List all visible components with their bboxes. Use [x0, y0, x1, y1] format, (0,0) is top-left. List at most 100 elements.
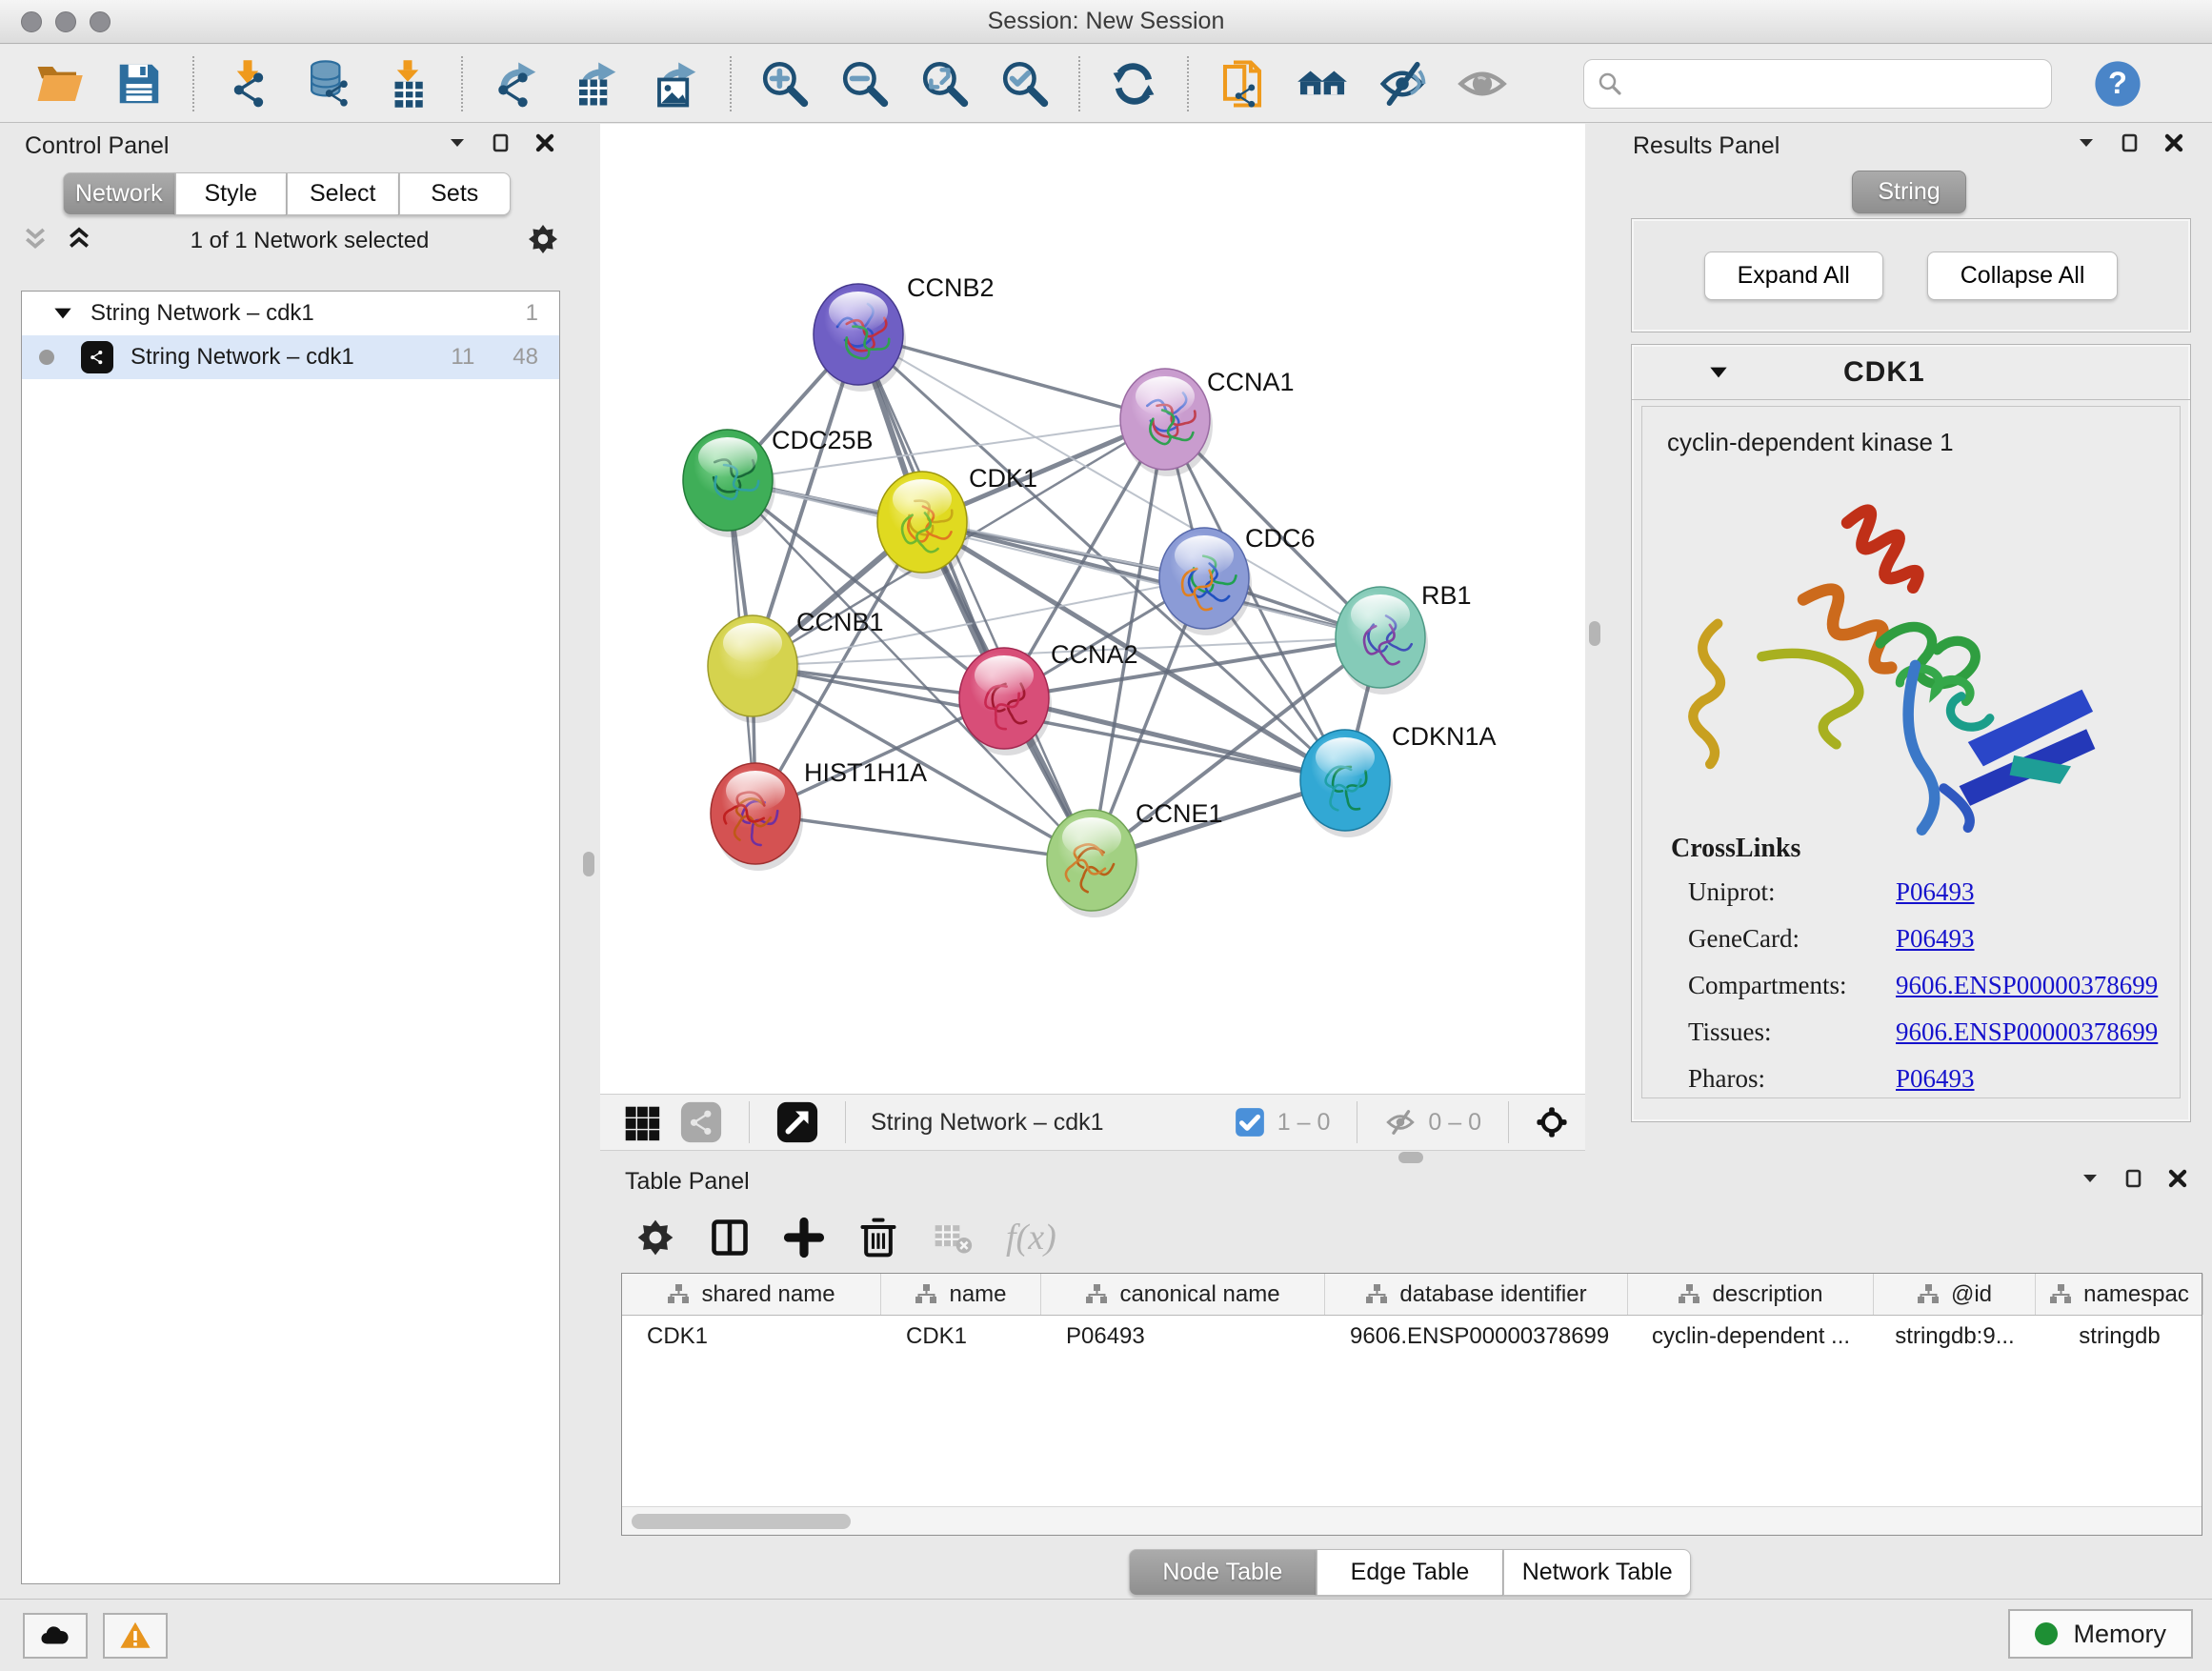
search-box[interactable]: [1583, 59, 2052, 109]
network-row[interactable]: String Network – cdk1 11 48: [22, 335, 559, 379]
tab-network-table[interactable]: Network Table: [1503, 1549, 1691, 1596]
column-header-name[interactable]: name: [881, 1274, 1041, 1315]
network-options-gear-icon[interactable]: [526, 222, 560, 261]
table-horizontal-scrollbar[interactable]: [622, 1506, 2202, 1535]
export-table-button[interactable]: [567, 54, 626, 113]
export-image-button[interactable]: [647, 54, 706, 113]
add-column-icon[interactable]: [783, 1217, 825, 1258]
scrollbar-thumb[interactable]: [632, 1514, 851, 1529]
gene-entry-header[interactable]: CDK1: [1632, 345, 2190, 400]
table-cell[interactable]: stringdb: [2036, 1316, 2203, 1358]
import-table-button[interactable]: [378, 54, 437, 113]
column-header-database-identifier[interactable]: database identifier: [1325, 1274, 1628, 1315]
column-header-namespac[interactable]: namespac: [2036, 1274, 2203, 1315]
share-network-icon[interactable]: [679, 1100, 723, 1144]
network-node-CCNE1[interactable]: [1047, 810, 1139, 917]
open-session-button[interactable]: [30, 54, 89, 113]
node-table[interactable]: shared namenamecanonical namedatabase id…: [621, 1273, 2202, 1536]
left-splitter-handle[interactable]: [583, 852, 594, 876]
selected-checkbox-icon[interactable]: [1234, 1106, 1266, 1138]
expand-all-networks-icon[interactable]: [65, 225, 93, 258]
zoom-in-button[interactable]: [755, 54, 814, 113]
table-cell[interactable]: CDK1: [622, 1316, 881, 1358]
table-cell[interactable]: 9606.ENSP00000378699: [1325, 1316, 1628, 1358]
zoom-selected-button[interactable]: [995, 54, 1055, 113]
network-node-CDKN1A[interactable]: [1300, 730, 1393, 837]
panel-collapse-icon[interactable]: [446, 131, 469, 161]
crosslink-value-link[interactable]: P06493: [1896, 1064, 1975, 1094]
panel-float-icon[interactable]: [2119, 131, 2142, 161]
tab-select[interactable]: Select: [287, 172, 399, 215]
column-header-description[interactable]: description: [1628, 1274, 1874, 1315]
search-input[interactable]: [1632, 70, 2040, 97]
panel-collapse-icon[interactable]: [2079, 1167, 2101, 1197]
network-node-CDC25B[interactable]: [683, 430, 775, 537]
cloud-status-button[interactable]: [23, 1613, 88, 1659]
network-node-CCNA2[interactable]: [959, 648, 1052, 755]
gene-collapse-icon[interactable]: [1706, 360, 1731, 385]
fit-selected-crosshair-icon[interactable]: [1536, 1106, 1568, 1138]
network-collection-row[interactable]: String Network – cdk1 1: [22, 292, 559, 335]
refresh-button[interactable]: [1104, 54, 1163, 113]
network-node-CCNB2[interactable]: [814, 284, 906, 392]
hide-graphics-details-button[interactable]: [1373, 54, 1432, 113]
help-button[interactable]: ?: [2088, 54, 2147, 113]
homes-button[interactable]: [1293, 54, 1352, 113]
grid-view-icon[interactable]: [619, 1100, 663, 1144]
tab-string[interactable]: String: [1852, 171, 1966, 213]
clone-network-button[interactable]: [1213, 54, 1272, 113]
network-node-HIST1H1A[interactable]: [711, 763, 803, 871]
panel-float-icon[interactable]: [490, 131, 513, 161]
panel-collapse-icon[interactable]: [2075, 131, 2098, 161]
crosslink-value-link[interactable]: P06493: [1896, 877, 1975, 907]
table-settings-gear-icon[interactable]: [634, 1217, 676, 1258]
tab-sets[interactable]: Sets: [399, 172, 512, 215]
collapse-all-button[interactable]: Collapse All: [1927, 252, 2119, 300]
crosslink-value-link[interactable]: 9606.ENSP00000378699: [1896, 971, 2158, 1000]
birdseye-view-button[interactable]: [1453, 54, 1512, 113]
zoom-fit-button[interactable]: [915, 54, 975, 113]
collapse-all-networks-icon[interactable]: [21, 225, 50, 258]
panel-close-icon[interactable]: [2166, 1167, 2189, 1197]
table-cell[interactable]: cyclin-dependent ...: [1628, 1316, 1874, 1358]
show-columns-icon[interactable]: [709, 1217, 751, 1258]
hidden-eye-icon[interactable]: [1384, 1106, 1417, 1138]
network-node-CCNA1[interactable]: [1120, 369, 1213, 476]
tab-edge-table[interactable]: Edge Table: [1317, 1549, 1504, 1596]
network-edge[interactable]: [1004, 698, 1345, 780]
right-splitter-handle[interactable]: [1589, 621, 1600, 646]
import-database-button[interactable]: [298, 54, 357, 113]
tab-network[interactable]: Network: [63, 172, 175, 215]
network-node-CDC6[interactable]: [1159, 528, 1252, 635]
table-cell[interactable]: P06493: [1041, 1316, 1325, 1358]
network-node-RB1[interactable]: [1336, 587, 1428, 695]
network-edge[interactable]: [755, 814, 1092, 860]
network-node-CCNB1[interactable]: [708, 615, 800, 723]
tab-node-table[interactable]: Node Table: [1129, 1549, 1317, 1596]
table-cell[interactable]: stringdb:9...: [1874, 1316, 2036, 1358]
column-header--id[interactable]: @id: [1874, 1274, 2036, 1315]
zoom-out-button[interactable]: [835, 54, 895, 113]
warnings-button[interactable]: [103, 1613, 168, 1659]
collection-expand-icon[interactable]: [50, 301, 75, 326]
panel-float-icon[interactable]: [2122, 1167, 2145, 1197]
save-session-button[interactable]: [110, 54, 169, 113]
import-network-button[interactable]: [218, 54, 277, 113]
column-header-canonical-name[interactable]: canonical name: [1041, 1274, 1325, 1315]
expand-all-button[interactable]: Expand All: [1704, 252, 1883, 300]
export-network-button[interactable]: [487, 54, 546, 113]
tab-style[interactable]: Style: [175, 172, 288, 215]
panel-close-icon[interactable]: [533, 131, 556, 161]
network-node-CDK1[interactable]: [877, 472, 970, 579]
open-in-browser-icon[interactable]: [775, 1100, 819, 1144]
delete-column-icon[interactable]: [857, 1217, 899, 1258]
network-canvas[interactable]: CCNB2CCNA1CDC25BCDK1CDC6RB1CCNB1CCNA2CDK…: [600, 124, 1585, 1094]
memory-button[interactable]: Memory: [2008, 1609, 2193, 1659]
column-header-shared-name[interactable]: shared name: [622, 1274, 881, 1315]
crosslink-value-link[interactable]: 9606.ENSP00000378699: [1896, 1017, 2158, 1047]
table-cell[interactable]: CDK1: [881, 1316, 1041, 1358]
panel-close-icon[interactable]: [2162, 131, 2185, 161]
string-network-graph[interactable]: CCNB2CCNA1CDC25BCDK1CDC6RB1CCNB1CCNA2CDK…: [600, 124, 1585, 1094]
crosslink-value-link[interactable]: P06493: [1896, 924, 1975, 954]
table-row[interactable]: CDK1CDK1P064939606.ENSP00000378699cyclin…: [622, 1316, 2202, 1358]
